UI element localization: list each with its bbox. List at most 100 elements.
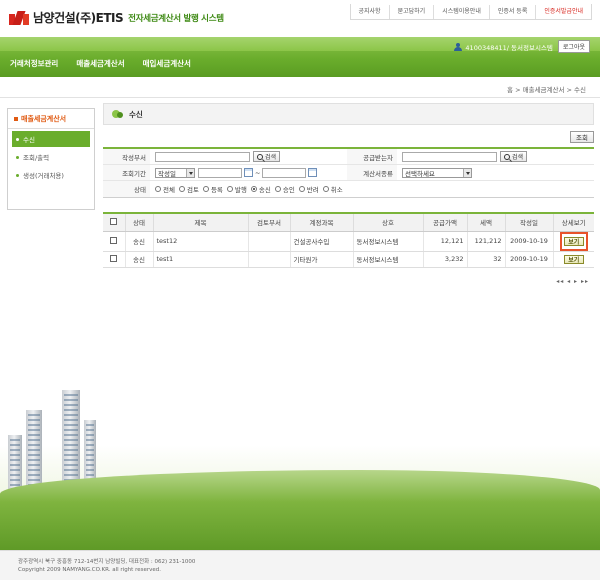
top-link-notice[interactable]: 공지사항 [351, 4, 390, 19]
period-end-input[interactable] [262, 167, 307, 178]
cell-title: test12 [152, 231, 248, 252]
status-label: 상태 [103, 181, 150, 197]
cell-tax: 121,212 [466, 231, 505, 252]
col-tax: 세액 [466, 212, 505, 232]
cell-tax: 32 [466, 251, 505, 268]
invoice-table: 상태 제목 검토부서 계정과목 상호 공급가액 세액 작성일 상세보기 송신 t… [103, 212, 594, 268]
cell-account: 건설공사수입 [289, 231, 353, 252]
menu-partner-info[interactable]: 거래처정보관리 [10, 58, 58, 69]
top-link-qna[interactable]: 묻고답하기 [390, 4, 435, 19]
col-company: 상호 [352, 212, 423, 232]
period-label: 조회기간 [103, 165, 150, 180]
query-button[interactable]: 조회 [570, 131, 594, 143]
bullet-icon [16, 155, 19, 159]
status-radio-all[interactable]: 전체 [155, 184, 175, 194]
logout-button[interactable]: 로그아웃 [557, 40, 590, 53]
writer-dept-search-button[interactable]: 검색 [253, 151, 281, 162]
col-review-dept: 검토부서 [247, 212, 290, 232]
status-radio-issue[interactable]: 발행 [226, 184, 247, 194]
calendar-icon[interactable] [308, 168, 318, 177]
status-radio-register[interactable]: 등록 [202, 184, 223, 194]
bullet-icon [16, 137, 19, 141]
user-info-text: 4100348411/ 동서정보시스템 [465, 43, 553, 52]
footer-copyright: Copyright 2009 NAMYANG.CO.KR. all right … [18, 567, 161, 573]
search-panel: 작성부서 검색 공급받는자 검색 조회기간 작성일 ~ 계산서종류 선택하세요 … [103, 147, 594, 198]
status-radio-send[interactable]: 송신 [250, 184, 271, 194]
period-type-select[interactable]: 작성일 [155, 167, 195, 178]
writer-dept-input[interactable] [155, 151, 250, 162]
table-row: 송신 test1 기타원가 동서정보시스템 3,232 32 2009-10-1… [103, 251, 594, 268]
top-link-cert-issue[interactable]: 인증서발급안내 [536, 5, 591, 19]
page-title: 수신 [103, 103, 594, 125]
footer-address: 광주광역시 북구 중흥동 712-14번지 남양빌딩, 대표전화 : 062) … [18, 559, 196, 565]
cell-dept [247, 251, 290, 268]
pagination[interactable]: ◂◂ ◂ ▸ ▸▸ [103, 278, 594, 285]
status-radio-approve[interactable]: 승인 [274, 184, 295, 194]
receiver-input[interactable] [402, 151, 497, 162]
bullet-icon [14, 116, 18, 121]
user-info: 4100348411/ 동서정보시스템 로그아웃 [454, 40, 590, 53]
chevron-down-icon [186, 168, 194, 177]
receiver-search-button[interactable]: 검색 [500, 151, 528, 162]
sidebar-item-receive[interactable]: 수신 [12, 131, 90, 147]
top-link-cert-register[interactable]: 인증서 등록 [490, 4, 537, 19]
search-icon [257, 153, 263, 160]
col-date: 작성일 [504, 212, 553, 232]
top-links: 공지사항 묻고답하기 시스템이용안내 인증서 등록 인증서발급안내 [349, 4, 592, 20]
period-tilde: ~ [255, 168, 261, 177]
sidebar-item-create[interactable]: 생성(거래처용) [12, 167, 90, 183]
invoice-kind-select[interactable]: 선택하세요 [402, 167, 472, 178]
sidebar-item-view-print[interactable]: 조회/출력 [12, 149, 90, 165]
view-detail-button[interactable]: 보기 [563, 254, 584, 264]
cell-amount: 12,121 [422, 231, 467, 252]
status-radio-reject[interactable]: 반려 [298, 184, 319, 194]
menu-purchase-invoice[interactable]: 매입세금계산서 [143, 58, 191, 69]
cell-title: test1 [152, 251, 248, 268]
col-account: 계정과목 [289, 212, 353, 232]
row-checkbox[interactable] [110, 254, 118, 262]
top-link-guide[interactable]: 시스템이용안내 [434, 4, 490, 19]
calendar-icon[interactable] [244, 168, 253, 177]
table-header-row: 상태 제목 검토부서 계정과목 상호 공급가액 세액 작성일 상세보기 [103, 212, 594, 232]
breadcrumb: 홈 > 매출세금계산서 > 수신 [507, 86, 586, 94]
bullet-icon [16, 173, 19, 177]
view-detail-button[interactable]: 보기 [563, 236, 584, 246]
namyang-logo-icon [9, 10, 31, 25]
main-nav-bar: 4100348411/ 동서정보시스템 로그아웃 거래처정보관리 매출세금계산서… [0, 37, 600, 77]
menu-sales-invoice[interactable]: 매출세금계산서 [76, 58, 124, 69]
page-title-icon [112, 109, 124, 119]
col-supply-amount: 공급가액 [422, 212, 467, 232]
writer-dept-label: 작성부서 [103, 149, 150, 164]
receiver-label: 공급받는자 [347, 149, 397, 164]
cell-dept [247, 231, 290, 252]
col-title: 제목 [152, 212, 248, 232]
col-status: 상태 [124, 212, 153, 232]
header: 남양건설(주)ETIS 전자세금계산서 발행 시스템 공지사항 묻고답하기 시스… [0, 0, 600, 36]
search-icon [504, 153, 510, 160]
brand-subtitle: 전자세금계산서 발행 시스템 [128, 13, 224, 24]
cell-amount: 3,232 [422, 251, 467, 268]
select-all-checkbox[interactable] [110, 217, 118, 225]
footer: 광주광역시 북구 중흥동 712-14번지 남양빌딩, 대표전화 : 062) … [0, 550, 600, 580]
row-checkbox[interactable] [110, 236, 118, 244]
cell-date: 2009-10-19 [504, 251, 553, 268]
cell-status: 송신 [124, 251, 153, 268]
cell-account: 기타원가 [289, 251, 353, 268]
brand-logo[interactable]: 남양건설(주)ETIS 전자세금계산서 발행 시스템 [9, 9, 224, 26]
invoice-kind-label: 계산서종류 [347, 165, 397, 180]
cell-date: 2009-10-19 [504, 231, 553, 252]
status-radio-cancel[interactable]: 취소 [322, 184, 343, 194]
cell-company: 동서정보시스템 [352, 231, 423, 252]
period-start-input[interactable] [198, 167, 242, 178]
table-row: 송신 test12 건설공사수입 동서정보시스템 12,121 121,212 … [103, 231, 594, 252]
main-content: 수신 조회 작성부서 검색 공급받는자 검색 조회기간 작성일 ~ 계산서종류 … [103, 103, 594, 285]
main-menu: 거래처정보관리 매출세금계산서 매입세금계산서 [10, 58, 209, 69]
col-detail: 상세보기 [552, 212, 594, 232]
sidebar-title: 매출세금계산서 [8, 109, 94, 129]
scenery-illustration [0, 360, 600, 550]
chevron-down-icon [463, 168, 471, 177]
status-radio-review[interactable]: 검토 [178, 184, 199, 194]
highlight-box: 보기 [559, 231, 588, 251]
cell-company: 동서정보시스템 [352, 251, 423, 268]
cell-status: 송신 [124, 231, 153, 252]
